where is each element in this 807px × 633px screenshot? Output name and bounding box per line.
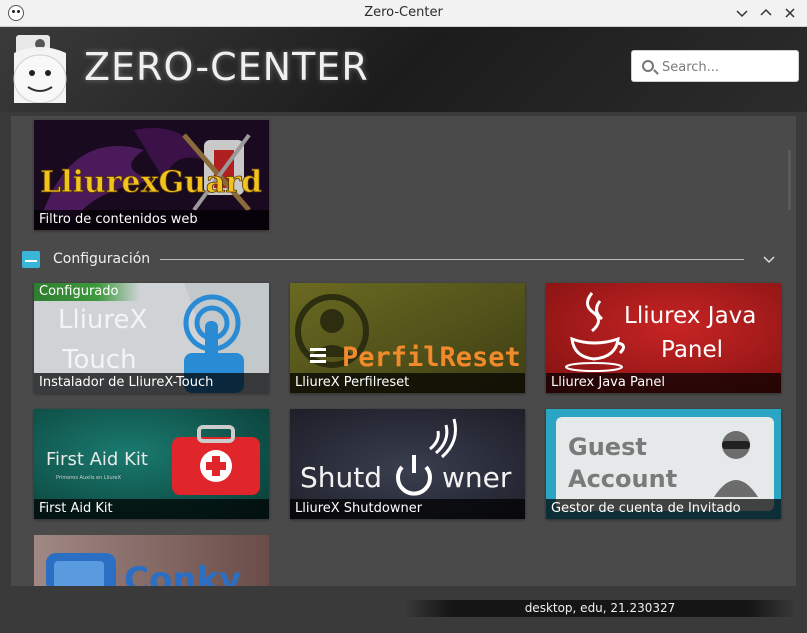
- window-title: Zero-Center: [364, 5, 443, 20]
- tile-art-left: Shutd: [300, 461, 382, 494]
- search-box[interactable]: [631, 50, 799, 82]
- section-title: Configuración: [53, 251, 151, 267]
- search-input[interactable]: [662, 57, 792, 77]
- settings-section-icon: [22, 251, 40, 268]
- tile-caption: LliureX Shutdowner: [290, 499, 525, 519]
- configured-badge: Configurado: [34, 283, 141, 301]
- tile-art-line1: Guest: [568, 433, 647, 461]
- chevron-down-icon: [736, 10, 748, 18]
- title-bar: Zero-Center: [0, 0, 807, 27]
- app-window: Zero-Center ZERO-CENTER Search... Lliure…: [0, 0, 807, 633]
- tile-art-line2: Touch: [61, 345, 137, 375]
- tile-art-line1: LliureX: [58, 305, 147, 335]
- chevron-down-icon[interactable]: [762, 253, 776, 267]
- tile-art-line2: Account: [568, 465, 677, 493]
- tile-caption: Lliurex Java Panel: [546, 373, 781, 393]
- app-header: ZERO-CENTER: [0, 27, 807, 112]
- minimize-button[interactable]: [733, 4, 751, 22]
- tile-lliurexguard[interactable]: LliurexGuard Filtro de contenidos web: [34, 120, 269, 230]
- tile-caption: Instalador de LliureX-Touch: [34, 373, 269, 393]
- tile-art-text: Conky: [124, 560, 241, 586]
- tile-art-line1: Lliurex Java: [624, 303, 756, 329]
- section-divider: [160, 259, 744, 260]
- zero-mascot-logo: [13, 35, 67, 103]
- close-button[interactable]: [781, 4, 799, 22]
- tile-perfilreset[interactable]: PerfilReset LliureX Perfilreset: [290, 283, 525, 393]
- tile-art-line1: First Aid Kit: [46, 449, 148, 470]
- tile-caption: First Aid Kit: [34, 499, 269, 519]
- section-configuracion[interactable]: Configuración: [22, 250, 782, 270]
- tile-first-aid-kit[interactable]: First Aid Kit Primeros Auxils en LliureX…: [34, 409, 269, 519]
- tile-art-text: LliurexGuard: [40, 165, 262, 200]
- tile-guest-account[interactable]: Guest Account Gestor de cuenta de Invita…: [546, 409, 781, 519]
- tile-art-line2: Primeros Auxils en LliureX: [56, 475, 122, 481]
- status-text: desktop, edu, 21.230327: [404, 600, 796, 617]
- tile-caption: LliureX Perfilreset: [290, 373, 525, 393]
- tile-shutdowner[interactable]: Shutd wner LliureX Shutdowner: [290, 409, 525, 519]
- chevron-up-icon: [760, 8, 772, 16]
- tile-art-text: PerfilReset: [342, 342, 521, 373]
- tile-caption: Gestor de cuenta de Invitado: [546, 499, 781, 519]
- search-icon: [642, 60, 654, 72]
- status-bar: desktop, edu, 21.230327: [0, 586, 807, 633]
- tile-conky[interactable]: Conky: [34, 535, 269, 586]
- tile-lliurex-touch[interactable]: LliureX Touch Configurado Instalador de …: [34, 283, 269, 393]
- tile-caption: Filtro de contenidos web: [34, 210, 269, 230]
- scrollbar[interactable]: [788, 150, 791, 210]
- tile-java-panel[interactable]: Lliurex Java Panel Lliurex Java Panel: [546, 283, 781, 393]
- tile-art-line2: Panel: [661, 337, 723, 363]
- close-icon: [785, 8, 795, 18]
- maximize-button[interactable]: [757, 4, 775, 22]
- conky-art: Conky: [34, 535, 269, 586]
- tile-art-right: wner: [442, 461, 512, 494]
- app-logo-text: ZERO-CENTER: [84, 45, 369, 89]
